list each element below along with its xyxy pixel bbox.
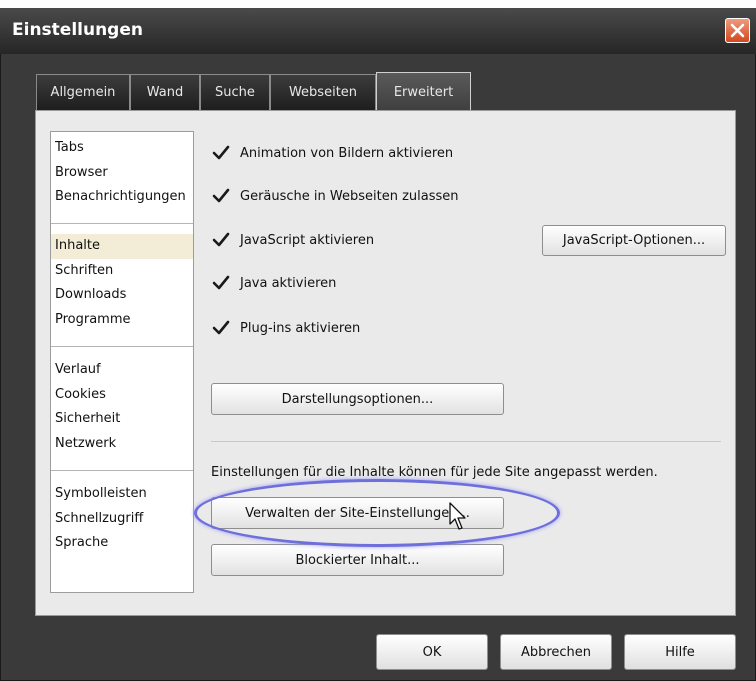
sidebar-item-schriften[interactable]: Schriften (51, 259, 193, 284)
section-divider (211, 441, 721, 442)
sounds-option[interactable]: Geräusche in Webseiten zulassen (211, 184, 459, 208)
settings-panel: Tabs Browser Benachrichtigungen Inhalte … (35, 110, 736, 616)
tab-label: Erweitert (393, 85, 454, 100)
sidebar-group: Verlauf Cookies Sicherheit Netzwerk (51, 358, 193, 456)
help-button[interactable]: Hilfe (624, 634, 736, 670)
sidebar-item-tabs[interactable]: Tabs (51, 136, 193, 161)
animation-option[interactable]: Animation von Bildern aktivieren (211, 141, 453, 165)
blocked-content-button[interactable]: Blockierter Inhalt... (211, 544, 504, 576)
close-button[interactable] (725, 18, 750, 43)
checkmark-icon (212, 320, 230, 335)
sidebar-item-symbolleisten[interactable]: Symbolleisten (51, 482, 193, 507)
javascript-option[interactable]: JavaScript aktivieren (211, 228, 374, 252)
tab-suche[interactable]: Suche (200, 74, 270, 110)
sidebar-item-sprache[interactable]: Sprache (51, 531, 193, 556)
sidebar-item-netzwerk[interactable]: Netzwerk (51, 432, 193, 457)
sidebar-item-browser[interactable]: Browser (51, 161, 193, 186)
sidebar-item-cookies[interactable]: Cookies (51, 383, 193, 408)
sidebar-item-benachrichtigungen[interactable]: Benachrichtigungen (51, 185, 193, 210)
window-title: Einstellungen (12, 20, 143, 40)
tab-label: Webseiten (288, 85, 358, 100)
tab-label: Suche (215, 85, 255, 100)
checkmark-icon (212, 275, 230, 290)
ok-button[interactable]: OK (376, 634, 488, 670)
java-checkbox[interactable] (211, 273, 231, 293)
tab-label: Allgemein (50, 85, 116, 100)
sidebar-item-verlauf[interactable]: Verlauf (51, 358, 193, 383)
sidebar-item-inhalte[interactable]: Inhalte (51, 234, 193, 259)
animation-label: Animation von Bildern aktivieren (240, 145, 454, 161)
tab-label: Wand (146, 85, 184, 100)
plugins-option[interactable]: Plug-ins aktivieren (211, 316, 360, 340)
checkmark-icon (212, 188, 230, 203)
sidebar-divider (51, 346, 193, 347)
plugins-checkbox[interactable] (211, 318, 231, 338)
tab-wand[interactable]: Wand (130, 74, 200, 110)
checkmark-icon (212, 232, 230, 247)
category-list: Tabs Browser Benachrichtigungen Inhalte … (50, 131, 194, 593)
sidebar-divider (51, 470, 193, 471)
sidebar-group: Tabs Browser Benachrichtigungen (51, 136, 193, 210)
javascript-options-button[interactable]: JavaScript-Optionen... (542, 225, 726, 256)
java-option[interactable]: Java aktivieren (211, 271, 336, 295)
sidebar-item-sicherheit[interactable]: Sicherheit (51, 407, 193, 432)
sidebar-group: Symbolleisten Schnellzugriff Sprache (51, 482, 193, 556)
mouse-pointer-icon (449, 502, 466, 530)
animation-checkbox[interactable] (211, 143, 231, 163)
sidebar-item-downloads[interactable]: Downloads (51, 283, 193, 308)
sounds-label: Geräusche in Webseiten zulassen (240, 188, 459, 204)
tab-allgemein[interactable]: Allgemein (36, 74, 130, 110)
sounds-checkbox[interactable] (211, 186, 231, 206)
sidebar-item-schnellzugriff[interactable]: Schnellzugriff (51, 507, 193, 532)
sidebar-group: Inhalte Schriften Downloads Programme (51, 234, 193, 332)
site-settings-info: Einstellungen für die Inhalte können für… (211, 465, 658, 480)
javascript-label: JavaScript aktivieren (240, 232, 375, 248)
plugins-label: Plug-ins aktivieren (240, 320, 361, 336)
tab-webseiten[interactable]: Webseiten (270, 74, 376, 110)
javascript-checkbox[interactable] (211, 230, 231, 250)
cancel-button[interactable]: Abbrechen (500, 634, 612, 670)
title-bar[interactable]: Einstellungen (0, 8, 756, 54)
sidebar-item-programme[interactable]: Programme (51, 308, 193, 333)
display-options-button[interactable]: Darstellungsoptionen... (211, 383, 504, 415)
close-icon (730, 23, 745, 38)
java-label: Java aktivieren (240, 275, 337, 291)
checkmark-icon (212, 145, 230, 160)
settings-dialog: Einstellungen Allgemein Wand Suche Webse… (0, 8, 756, 681)
tab-erweitert[interactable]: Erweitert (376, 72, 471, 112)
sidebar-divider (51, 223, 193, 224)
